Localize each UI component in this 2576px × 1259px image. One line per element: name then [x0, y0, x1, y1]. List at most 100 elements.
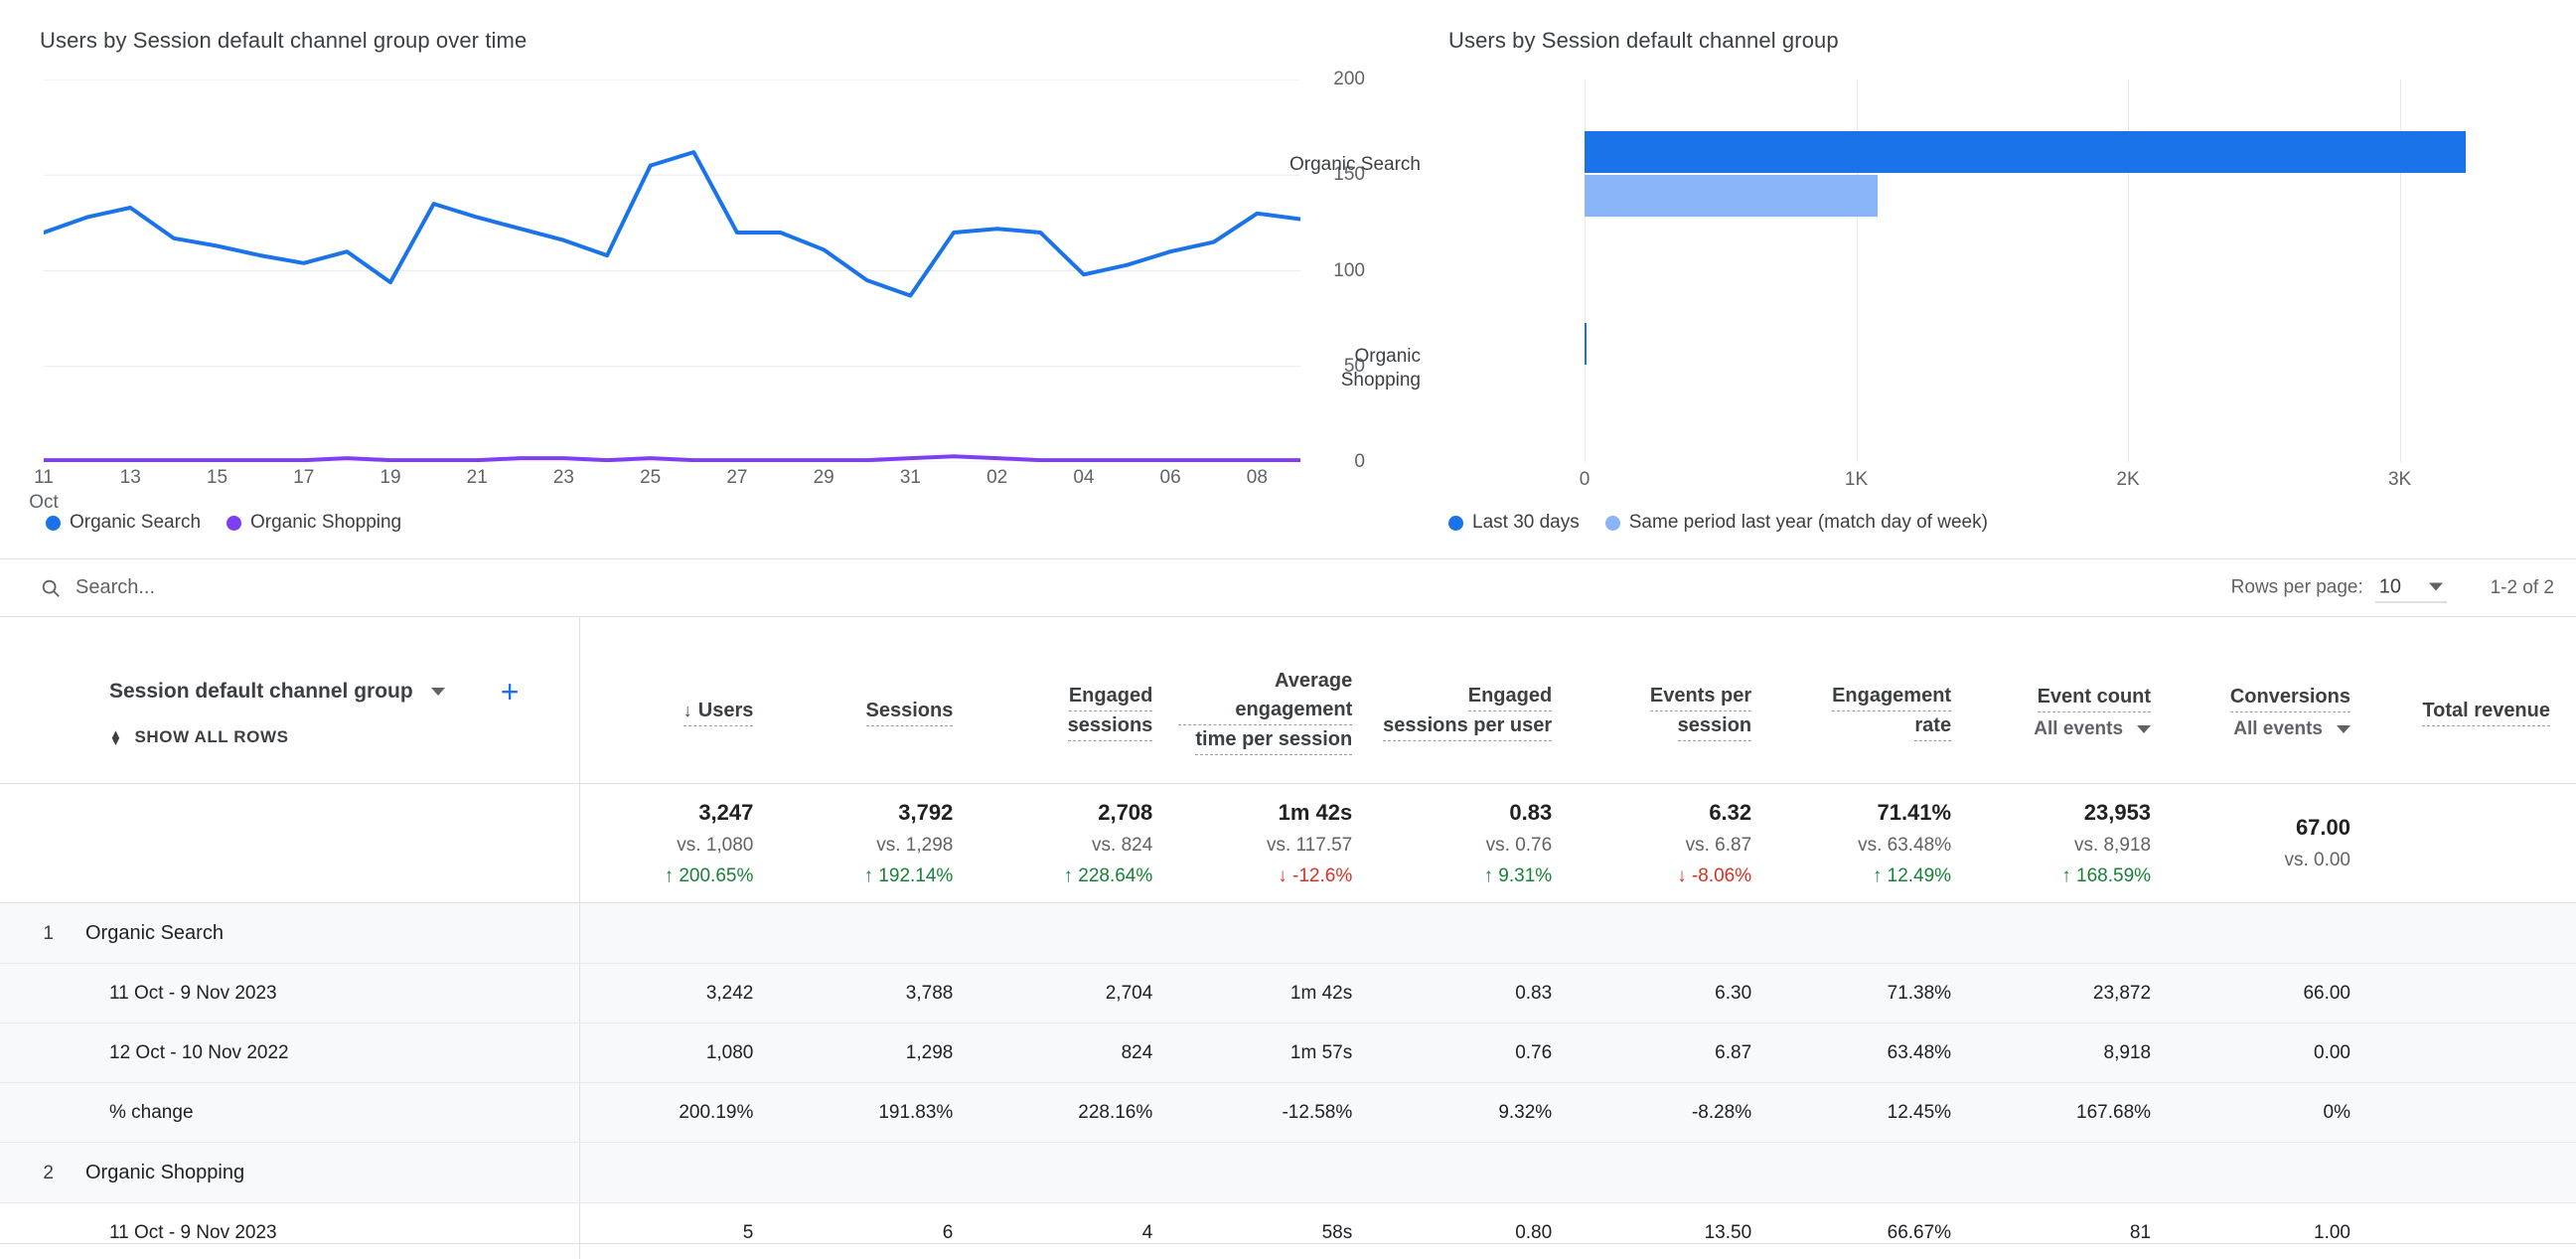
- metric-header-event-count[interactable]: Event count All events: [1977, 616, 2178, 784]
- legend-label: Organic Shopping: [250, 512, 402, 533]
- metric-header-label: Conversions: [2229, 683, 2350, 712]
- dimension-picker[interactable]: Session default channel group +: [109, 676, 579, 708]
- table-cell: 1,080: [579, 1023, 780, 1083]
- group-empty-cell: [1578, 902, 1778, 964]
- line-chart-plot[interactable]: [42, 79, 1302, 463]
- legend-color-dot: [227, 515, 242, 531]
- bar-segment[interactable]: [1585, 131, 2466, 174]
- sort-descending-icon: ↓: [682, 700, 692, 720]
- group-dimension-cell: 1 Organic Search: [0, 902, 580, 964]
- group-empty-cell: [2177, 902, 2376, 964]
- table-row[interactable]: 11 Oct - 9 Nov 2023 5 6 4 58s 0.80 13.50 66.67%…: [0, 1202, 2576, 1259]
- row-label-cell: 11 Oct - 9 Nov 2023: [0, 963, 580, 1023]
- line-chart-legend: Organic Search Organic Shopping: [46, 512, 401, 534]
- table-cell: 8,918: [1977, 1023, 2178, 1083]
- show-all-rows-button[interactable]: ▲ ▼ SHOW ALL ROWS: [109, 727, 579, 747]
- metric-header-engagement[interactable]: Engagement rate: [1777, 616, 1978, 784]
- total-delta: ↑ 200.65%: [664, 865, 754, 886]
- metric-header-conversions[interactable]: Conversions All events: [2177, 616, 2376, 784]
- dimension-label: Session default channel group: [109, 679, 413, 703]
- metric-scope-select[interactable]: All events: [2233, 718, 2350, 740]
- bar-chart-title: Users by Session default channel group: [1448, 28, 1839, 53]
- table-header: Session default channel group + ▲ ▼ SHOW …: [0, 616, 2576, 784]
- totals-cell: [2376, 783, 2576, 903]
- metric-header-label: Event count: [2037, 683, 2152, 712]
- row-index: 1: [43, 922, 54, 944]
- metric-header-average-engagement[interactable]: Average engagement time per session: [1178, 616, 1379, 784]
- legend-item[interactable]: Last 30 days: [1448, 512, 1580, 534]
- group-empty-cell: [1977, 1142, 2178, 1203]
- line-chart-y-tick: 0: [1354, 451, 1365, 472]
- table-cell: [2376, 1082, 2576, 1143]
- row-label-cell: 11 Oct - 9 Nov 2023: [0, 1202, 580, 1259]
- chevron-down-icon: [2137, 724, 2152, 733]
- table-cell: 0.80: [1378, 1202, 1579, 1259]
- table-cell: 9.32%: [1378, 1082, 1579, 1143]
- metric-header-label-2: time per session: [1195, 725, 1353, 755]
- bar-category-label: Organic Shopping: [1340, 345, 1421, 391]
- bar-segment[interactable]: [1585, 322, 1587, 365]
- metric-header-total-revenue[interactable]: Total revenue: [2376, 616, 2576, 784]
- legend-item[interactable]: Same period last year (match day of week…: [1604, 512, 1988, 534]
- dimension-header-cell: Session default channel group + ▲ ▼ SHOW …: [0, 616, 580, 784]
- metric-header-sessions[interactable]: Sessions: [779, 616, 980, 784]
- table-cell: 6.30: [1578, 963, 1778, 1023]
- total-value: 71.41%: [1877, 799, 1952, 825]
- search-box[interactable]: [40, 576, 493, 599]
- table-group-row[interactable]: 2 Organic Shopping: [0, 1142, 2576, 1203]
- table-row[interactable]: % change 200.19% 191.83% 228.16% -12.58% 9.32…: [0, 1082, 2576, 1143]
- table-row[interactable]: 12 Oct - 10 Nov 2022 1,080 1,298 824 1m 57s 0…: [0, 1023, 2576, 1083]
- group-empty-cell: [779, 1142, 980, 1203]
- table-cell: 1m 57s: [1178, 1023, 1379, 1083]
- line-chart-y-tick: 200: [1333, 69, 1365, 89]
- total-comparison: vs. 8,918: [2073, 834, 2152, 856]
- table-row[interactable]: 11 Oct - 9 Nov 2023 3,242 3,788 2,704 1m 42s…: [0, 963, 2576, 1023]
- table-cell: [2376, 1023, 2576, 1083]
- group-empty-cell: [779, 902, 980, 964]
- group-empty-cell: [2376, 902, 2576, 964]
- metric-header-engaged[interactable]: Engaged sessions per user: [1378, 616, 1579, 784]
- legend-item[interactable]: Organic Search: [46, 512, 201, 534]
- rows-per-page-select[interactable]: 10: [2374, 573, 2447, 602]
- arrow-up-icon: ↑: [1483, 865, 1494, 886]
- totals-cell: 71.41% vs. 63.48% ↑ 12.49%: [1777, 783, 1978, 903]
- metric-header-engaged[interactable]: Engaged sessions: [979, 616, 1179, 784]
- metric-header-events-per[interactable]: Events per session: [1578, 616, 1778, 784]
- search-input[interactable]: [76, 576, 493, 599]
- table-cell: 3,788: [779, 963, 980, 1023]
- total-comparison: vs. 0.76: [1485, 834, 1553, 856]
- metric-scope-select[interactable]: All events: [2034, 718, 2152, 740]
- table-cell: 6.87: [1578, 1023, 1778, 1083]
- total-comparison: vs. 1,080: [677, 834, 754, 856]
- totals-dimension-cell: [0, 783, 580, 903]
- line-chart-x-tick: 04: [1073, 467, 1095, 488]
- arrow-up-icon: ↑: [664, 865, 675, 886]
- total-comparison: vs. 63.48%: [1858, 834, 1952, 856]
- legend-item[interactable]: Organic Shopping: [227, 512, 401, 534]
- table-group-row[interactable]: 1 Organic Search: [0, 902, 2576, 964]
- table-cell: -8.28%: [1578, 1082, 1778, 1143]
- table-cell: 0.00: [2177, 1023, 2376, 1083]
- bar-segment[interactable]: [1585, 175, 1879, 218]
- total-value: 67.00: [2295, 815, 2350, 840]
- group-dimension-cell: 2 Organic Shopping: [0, 1142, 580, 1203]
- group-empty-cell: [1777, 1142, 1978, 1203]
- line-chart-x-tick: 06: [1159, 467, 1181, 488]
- table-cell: 4: [979, 1202, 1179, 1259]
- table-cell: -12.58%: [1178, 1082, 1379, 1143]
- bar-chart-plot[interactable]: Organic Search Organic Shopping: [1289, 79, 2508, 462]
- add-dimension-button[interactable]: +: [501, 676, 520, 708]
- table-cell: 824: [979, 1023, 1179, 1083]
- table-cell: 1,298: [779, 1023, 980, 1083]
- metric-header-label-2: rate: [1914, 711, 1952, 741]
- totals-cell: 3,792 vs. 1,298 ↑ 192.14%: [779, 783, 980, 903]
- legend-color-dot: [1604, 515, 1620, 531]
- total-value: 2,708: [1098, 799, 1153, 825]
- total-delta: ↓ -8.06%: [1677, 865, 1752, 886]
- total-value: 6.32: [1709, 799, 1752, 825]
- metric-header-label: Engagement: [1832, 682, 1952, 711]
- table-cell: 23,872: [1977, 963, 2178, 1023]
- metric-header-users[interactable]: ↓ Users: [579, 616, 780, 784]
- table-cell: 200.19%: [579, 1082, 780, 1143]
- line-chart-x-tick: 19: [379, 467, 401, 488]
